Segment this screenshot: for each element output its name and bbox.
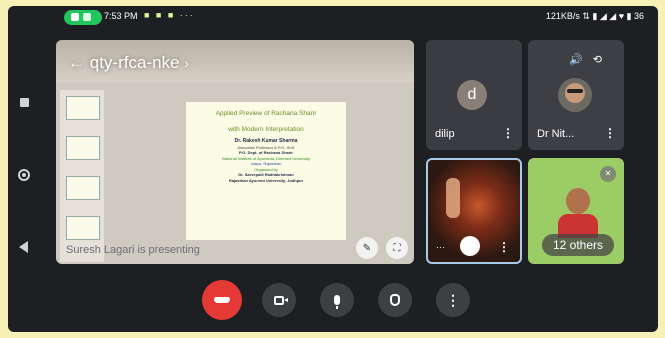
avatar: d — [457, 80, 487, 110]
status-time: 7:53 PM — [104, 11, 138, 21]
back-icon[interactable] — [19, 241, 28, 253]
ppt-slide-thumbnails — [60, 90, 104, 262]
ongoing-call-indicator[interactable] — [64, 10, 102, 25]
speaker-icon[interactable]: 🔊 — [569, 54, 593, 66]
self-video-tile[interactable]: ··· ⋮ — [426, 158, 522, 264]
more-options-icon: ⋮ — [446, 291, 460, 308]
more-vert-icon[interactable]: ⋮ — [604, 126, 616, 140]
fullscreen-button[interactable]: ⛶ — [386, 237, 408, 259]
raise-hand-button[interactable] — [378, 283, 412, 317]
end-call-button[interactable] — [202, 280, 242, 320]
slide-thumbnail — [66, 96, 100, 120]
more-vert-icon[interactable]: ⋮ — [502, 126, 514, 140]
slide-title-2: with Modern Interpretation — [228, 126, 304, 133]
avatar — [558, 78, 592, 112]
back-arrow-icon[interactable]: ← — [68, 53, 85, 72]
fullscreen-icon: ⛶ — [393, 242, 401, 254]
others-tile[interactable]: ✕ 12 others — [528, 158, 624, 264]
current-slide: Applied Preview of Rachana Sharir with M… — [186, 102, 346, 240]
meeting-code-text: qty-rfca-nke — [89, 53, 180, 72]
chevron-right-icon: › — [184, 55, 189, 71]
ellipsis-icon[interactable]: ··· — [436, 242, 445, 252]
presentation-tile[interactable]: Applied Preview of Rachana Sharir with M… — [56, 40, 414, 264]
presenting-label: Suresh Lagari is presenting — [66, 244, 200, 256]
slide-thumbnail — [66, 136, 100, 160]
reaction-icon[interactable] — [460, 236, 480, 256]
home-icon[interactable] — [18, 169, 30, 181]
more-vert-icon[interactable]: ⋮ — [498, 240, 510, 254]
participant-tile-dilip[interactable]: d dilip ⋮ — [426, 40, 522, 150]
mic-off-icon: ✕ — [600, 166, 616, 182]
status-bar: 7:53 PM ■ ■ ■ ··· 121KB/s ⇅ ▮ ◢ ◢ ♥ ▮ 36 — [8, 6, 658, 28]
more-options-button[interactable]: ⋮ — [436, 283, 470, 317]
system-nav-bar — [8, 28, 42, 332]
slide-thumbnail — [66, 176, 100, 200]
slide-title-1: Applied Preview of Rachana Sharir — [215, 110, 317, 117]
participant-name: dilip — [435, 128, 455, 140]
switch-camera-icon[interactable]: ⟲ — [593, 54, 612, 66]
microphone-button[interactable] — [320, 283, 354, 317]
video-icon — [83, 13, 91, 21]
camera-icon — [274, 295, 288, 305]
video-figure — [446, 178, 460, 218]
slide-line: Rajasthan Ayurved University, Jodhpur — [228, 177, 304, 183]
meet-window: 7:53 PM ■ ■ ■ ··· 121KB/s ⇅ ▮ ◢ ◢ ♥ ▮ 36… — [8, 6, 658, 332]
participant-tile-dr-nit[interactable]: 🔊⟲ Dr Nit... ⋮ — [528, 40, 624, 150]
tile-top-icons: 🔊⟲ — [569, 53, 612, 66]
recents-icon[interactable] — [20, 98, 29, 107]
phone-icon — [71, 13, 79, 21]
raise-hand-icon — [390, 294, 400, 306]
microphone-icon — [334, 295, 340, 309]
meeting-code[interactable]: ← qty-rfca-nke › — [68, 53, 189, 73]
participant-video — [558, 188, 598, 238]
camera-button[interactable] — [262, 283, 296, 317]
participant-name: Dr Nit... — [537, 128, 575, 140]
network-battery-info: 121KB/s ⇅ ▮ ◢ ◢ ♥ ▮ 36 — [545, 11, 644, 21]
pin-icon: ✎ — [362, 242, 372, 254]
notification-icons: ■ ■ ■ ··· — [144, 10, 195, 20]
slide-thumbnail — [66, 216, 100, 240]
others-count: 12 others — [542, 234, 614, 256]
end-call-icon — [214, 297, 230, 303]
pin-button[interactable]: ✎ — [356, 237, 378, 259]
